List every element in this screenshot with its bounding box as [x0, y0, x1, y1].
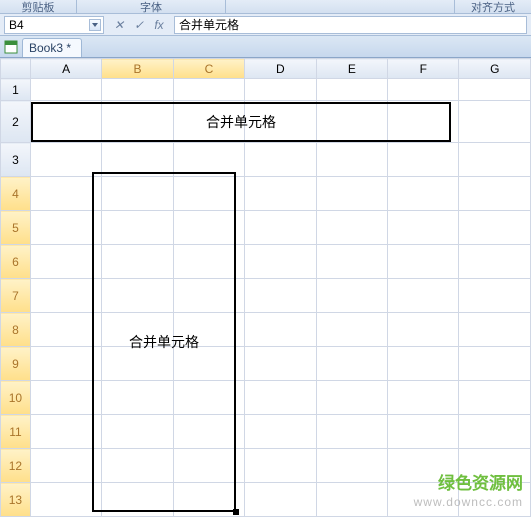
row-header-13[interactable]: 13: [1, 483, 31, 517]
watermark-title: 绿色资源网: [414, 474, 523, 494]
row-header-3[interactable]: 3: [1, 143, 31, 177]
merged-cell-horizontal[interactable]: 合并单元格: [31, 102, 451, 142]
formula-input[interactable]: 合并单元格: [174, 16, 527, 34]
row-header-7[interactable]: 7: [1, 279, 31, 313]
workbook-tab-bar: Book3 *: [0, 36, 531, 58]
col-header-A[interactable]: A: [30, 59, 101, 79]
formula-enter-icon[interactable]: ✓: [132, 18, 146, 32]
col-header-D[interactable]: D: [245, 59, 316, 79]
row-header-5[interactable]: 5: [1, 211, 31, 245]
col-header-F[interactable]: F: [388, 59, 459, 79]
merged-cell-vertical[interactable]: 合并单元格: [92, 172, 236, 512]
row-header-1[interactable]: 1: [1, 79, 31, 101]
row-header-9[interactable]: 9: [1, 347, 31, 381]
row-header-12[interactable]: 12: [1, 449, 31, 483]
ribbon-group-align: 对齐方式: [455, 0, 531, 15]
name-box[interactable]: B4: [4, 16, 104, 34]
watermark: 绿色资源网 www.downcc.com: [414, 474, 523, 509]
merged-cell-h-text: 合并单元格: [206, 112, 276, 132]
ribbon-group-labels: 剪贴板 字体 对齐方式: [0, 0, 531, 14]
col-header-E[interactable]: E: [316, 59, 387, 79]
spreadsheet-grid[interactable]: A B C D E F G 1 2 3 4 5 6 7 8 9 10 11 12…: [0, 58, 531, 517]
ribbon-group-font: 字体: [77, 0, 225, 15]
formula-value: 合并单元格: [179, 16, 239, 33]
formula-bar: B4 ✕ ✓ fx 合并单元格: [0, 14, 531, 36]
col-header-B[interactable]: B: [102, 59, 173, 79]
name-box-dropdown-icon[interactable]: [89, 19, 101, 31]
workbook-tab-label: Book3 *: [29, 41, 71, 55]
row-header-2[interactable]: 2: [1, 101, 31, 143]
row-header-11[interactable]: 11: [1, 415, 31, 449]
watermark-url: www.downcc.com: [414, 495, 523, 509]
formula-cancel-icon[interactable]: ✕: [112, 18, 126, 32]
selection-fill-handle[interactable]: [233, 509, 239, 515]
col-header-G[interactable]: G: [459, 59, 531, 79]
cell[interactable]: [30, 79, 101, 101]
merged-cell-v-text: 合并单元格: [129, 332, 199, 352]
name-box-value: B4: [9, 18, 24, 32]
workbook-tab[interactable]: Book3 *: [22, 38, 82, 57]
row-header-8[interactable]: 8: [1, 313, 31, 347]
select-all-corner[interactable]: [1, 59, 31, 79]
ribbon-group-clipboard: 剪贴板: [0, 0, 76, 15]
workbook-icon: [4, 40, 18, 54]
row-header-4[interactable]: 4: [1, 177, 31, 211]
row-header-6[interactable]: 6: [1, 245, 31, 279]
fx-icon[interactable]: fx: [152, 18, 166, 32]
col-header-C[interactable]: C: [173, 59, 244, 79]
row-header-10[interactable]: 10: [1, 381, 31, 415]
